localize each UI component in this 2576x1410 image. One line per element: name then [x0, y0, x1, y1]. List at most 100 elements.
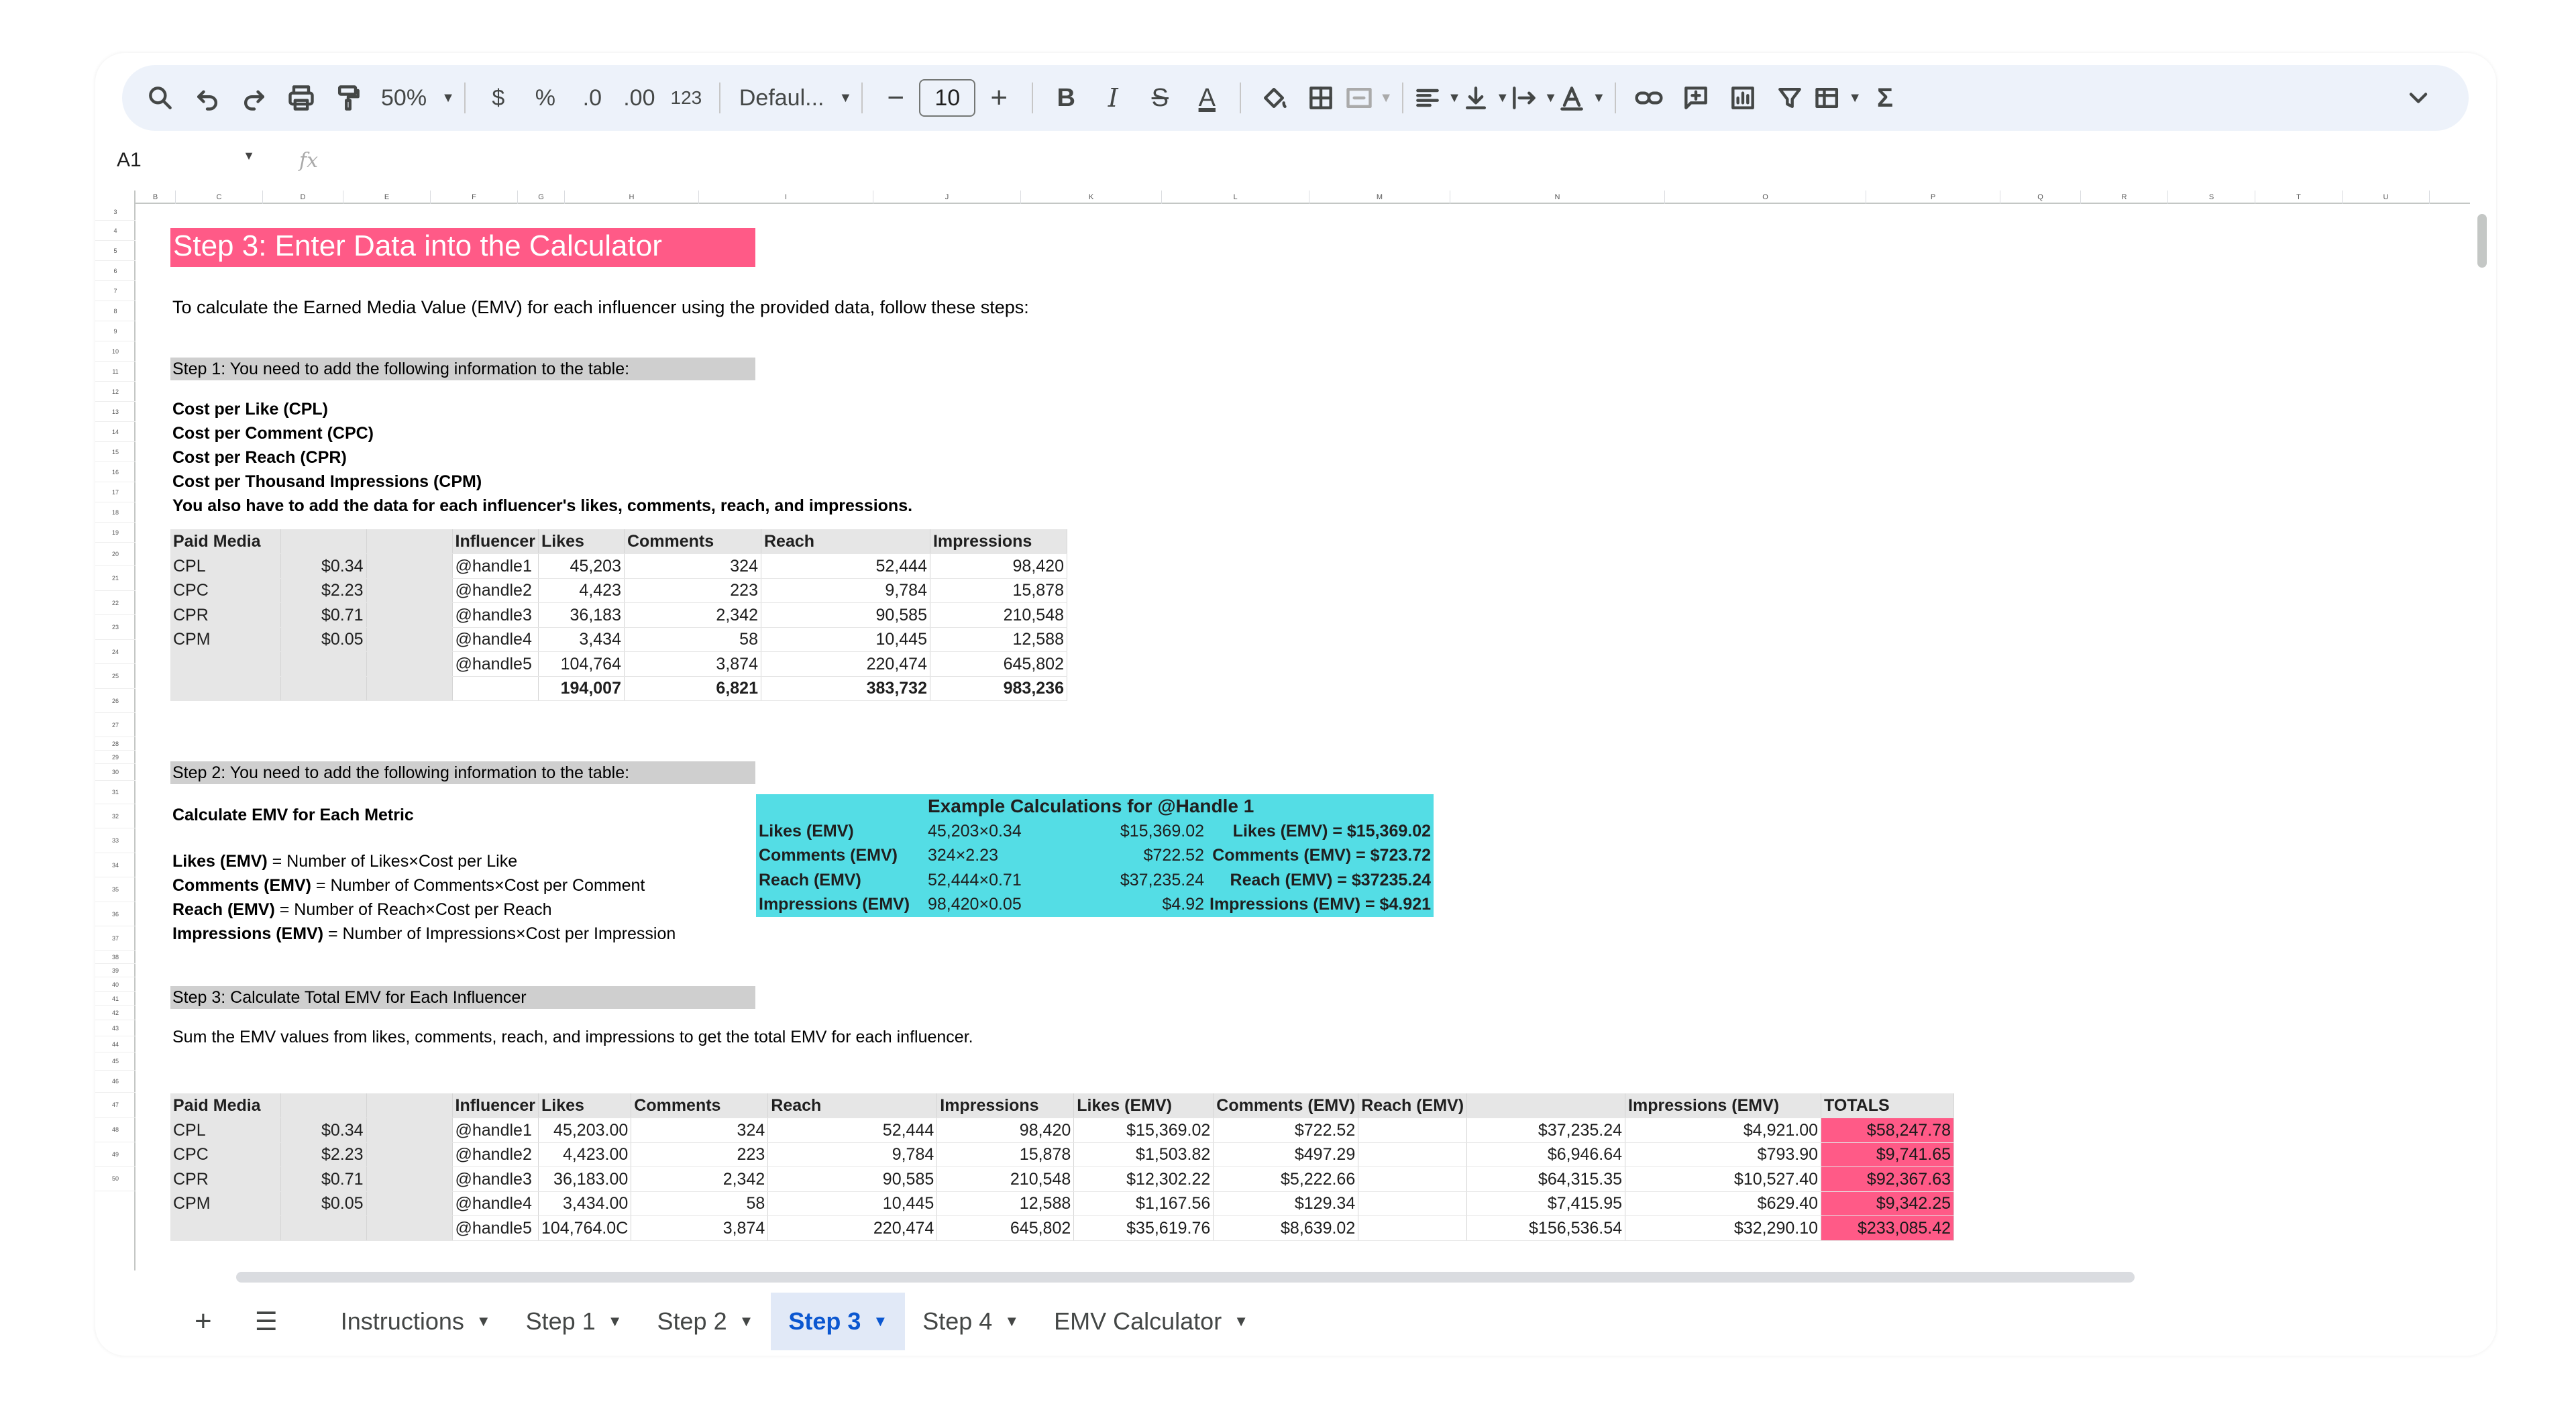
table-cell[interactable]: @handle2: [452, 578, 539, 603]
horizontal-scrollbar[interactable]: [236, 1272, 2135, 1283]
filter-icon[interactable]: [1766, 74, 1813, 121]
table-cell[interactable]: 45,203.00: [538, 1118, 632, 1143]
table-cell[interactable]: $0.71: [280, 1167, 367, 1192]
table-cell[interactable]: $10,527.40: [1625, 1167, 1822, 1192]
table-cell[interactable]: 9,784: [767, 1142, 938, 1167]
table-cell[interactable]: 98,420: [930, 553, 1067, 579]
fill-color-icon[interactable]: [1250, 74, 1297, 121]
table-cell[interactable]: 90,585: [767, 1167, 938, 1192]
collapse-toolbar-icon[interactable]: [2395, 74, 2442, 121]
table-cell[interactable]: CPC: [170, 1142, 281, 1167]
table-cell[interactable]: $58,247.78: [1821, 1118, 1955, 1143]
table-cell[interactable]: 194,007: [538, 676, 625, 701]
row-header[interactable]: 11: [95, 362, 136, 382]
table-cell[interactable]: 15,878: [930, 578, 1067, 603]
table-cell[interactable]: CPL: [170, 1118, 281, 1143]
table-cell[interactable]: 2,342: [624, 602, 761, 628]
search-icon[interactable]: [137, 74, 184, 121]
redo-icon[interactable]: [231, 74, 278, 121]
column-header[interactable]: B: [136, 191, 176, 204]
table-cell[interactable]: 324: [631, 1118, 769, 1143]
table-cell[interactable]: 58: [624, 627, 761, 652]
add-sheet-button[interactable]: +: [173, 1293, 233, 1350]
table-cell[interactable]: 10,445: [767, 1191, 938, 1216]
table-cell[interactable]: $5,222.66: [1213, 1167, 1359, 1192]
table-cell[interactable]: @handle5: [452, 651, 539, 677]
row-header[interactable]: 37: [95, 926, 136, 951]
table-cell[interactable]: $6,946.64: [1466, 1142, 1626, 1167]
table-cell[interactable]: 12,588: [936, 1191, 1075, 1216]
table-cell[interactable]: 104,764: [538, 651, 625, 677]
table-cell[interactable]: 2,342: [631, 1167, 769, 1192]
table-cell[interactable]: 90,585: [761, 602, 930, 628]
row-header[interactable]: 10: [95, 341, 136, 362]
column-header-cell[interactable]: Impressions (EMV): [1625, 1093, 1822, 1118]
column-header-cell[interactable]: Impressions: [930, 529, 1067, 554]
column-header-cell[interactable]: Likes: [538, 1093, 632, 1118]
column-header[interactable]: J: [873, 191, 1021, 204]
table-cell[interactable]: [366, 1167, 453, 1192]
column-header[interactable]: C: [176, 191, 263, 204]
table-cell[interactable]: 324×2.23: [925, 843, 1067, 868]
row-header[interactable]: 23: [95, 615, 136, 640]
table-cell[interactable]: @handle3: [452, 1167, 539, 1192]
functions-icon[interactable]: Σ: [1862, 74, 1909, 121]
table-cell[interactable]: $793.90: [1625, 1142, 1822, 1167]
row-header[interactable]: 33: [95, 828, 136, 853]
row-header[interactable]: 7: [95, 281, 136, 301]
row-header[interactable]: 9: [95, 321, 136, 341]
column-header-cell[interactable]: Influencer: [452, 1093, 539, 1118]
table-cell[interactable]: 36,183: [538, 602, 625, 628]
table-cell[interactable]: 3,874: [624, 651, 761, 677]
table-cell[interactable]: 4,423: [538, 578, 625, 603]
table-cell[interactable]: $7,415.95: [1466, 1191, 1626, 1216]
table-cell[interactable]: $4.92: [1067, 892, 1207, 917]
table-cell[interactable]: [366, 1118, 453, 1143]
horizontal-align-icon[interactable]: ▼: [1413, 74, 1461, 121]
row-header[interactable]: 19: [95, 523, 136, 543]
column-header[interactable]: K: [1021, 191, 1162, 204]
column-header-cell[interactable]: TOTALS: [1821, 1093, 1955, 1118]
row-header[interactable]: 41: [95, 992, 136, 1006]
column-header-cell[interactable]: Paid Media: [170, 529, 281, 554]
chevron-down-icon[interactable]: ▼: [476, 1313, 491, 1330]
row-header[interactable]: 39: [95, 964, 136, 977]
table-cell[interactable]: $0.05: [280, 1191, 367, 1216]
row-header[interactable]: 14: [95, 422, 136, 442]
table-cell[interactable]: 36,183.00: [538, 1167, 632, 1192]
table-cell[interactable]: Reach (EMV) = $37235.24: [1207, 867, 1434, 892]
column-header[interactable]: T: [2255, 191, 2343, 204]
table-cell[interactable]: [366, 602, 453, 628]
insert-comment-icon[interactable]: [1672, 74, 1719, 121]
table-cell[interactable]: $35,619.76: [1073, 1215, 1214, 1241]
table-cell[interactable]: 52,444×0.71: [925, 867, 1067, 892]
table-cell[interactable]: [366, 627, 453, 652]
column-header[interactable]: E: [343, 191, 431, 204]
sheet-grid[interactable]: BCDEFGHIJKLMNOPQRSTUV 345678910111213141…: [95, 191, 2470, 1270]
row-header[interactable]: 35: [95, 877, 136, 902]
table-cell[interactable]: 210,548: [936, 1167, 1075, 1192]
column-header[interactable]: G: [518, 191, 565, 204]
table-cell[interactable]: [170, 1215, 281, 1241]
row-header[interactable]: 12: [95, 382, 136, 402]
column-header-cell[interactable]: Comments: [624, 529, 761, 554]
column-header[interactable]: N: [1450, 191, 1665, 204]
table-cell[interactable]: 223: [631, 1142, 769, 1167]
column-header[interactable]: D: [263, 191, 343, 204]
italic-icon[interactable]: I: [1089, 74, 1136, 121]
column-header-cell[interactable]: [366, 529, 453, 554]
table-cell[interactable]: [366, 1191, 453, 1216]
table-cell[interactable]: [1358, 1142, 1468, 1167]
name-box[interactable]: A1 ▼: [95, 149, 270, 172]
table-cell[interactable]: Likes (EMV): [756, 818, 925, 843]
row-header[interactable]: 3: [95, 204, 136, 221]
table-cell[interactable]: $0.34: [280, 553, 367, 579]
column-header[interactable]: O: [1665, 191, 1866, 204]
table-cell[interactable]: $0.71: [280, 602, 367, 628]
table-cell[interactable]: 58: [631, 1191, 769, 1216]
table-cell[interactable]: $497.29: [1213, 1142, 1359, 1167]
table-cell[interactable]: $64,315.35: [1466, 1167, 1626, 1192]
table-cell[interactable]: [366, 1215, 453, 1241]
table-cell[interactable]: $92,367.63: [1821, 1167, 1955, 1192]
column-header-cell[interactable]: Likes (EMV): [1073, 1093, 1214, 1118]
